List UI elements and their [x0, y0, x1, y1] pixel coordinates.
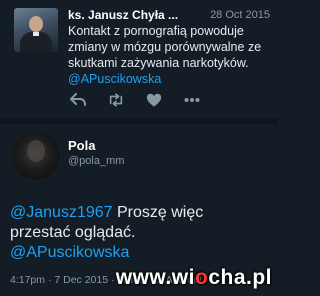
mention-link-apuscikowska[interactable]: @APuscikowska	[10, 244, 129, 261]
mention-link-janusz[interactable]: @Janusz1967	[10, 204, 113, 221]
watermark-accent: o	[194, 266, 209, 289]
author-name[interactable]: ks. Janusz Chyła ...	[68, 8, 178, 22]
reply-author-name[interactable]: Pola	[68, 138, 95, 153]
retweet-icon	[109, 93, 123, 107]
author-avatar[interactable]	[14, 8, 58, 52]
tweet-actions	[70, 91, 222, 109]
tweet-original[interactable]: ks. Janusz Chyła ... 28 Oct 2015 Kontakt…	[0, 0, 278, 118]
reply-tweet-text: @Janusz1967 Proszę więc przestać oglądać…	[10, 203, 268, 263]
tweet-text-body: Kontakt z pornografią powoduje zmiany w …	[68, 24, 262, 70]
site-watermark: www.wiocha.pl	[116, 266, 272, 290]
mention-link[interactable]: @APuscikowska	[68, 72, 161, 86]
avatar-figure-head	[29, 16, 43, 32]
tweet-text: Kontakt z pornografią powoduje zmiany w …	[68, 23, 268, 87]
reply-author-handle[interactable]: @pola_mm	[68, 155, 124, 167]
like-button[interactable]	[146, 92, 162, 108]
reply-icon	[70, 93, 86, 106]
heart-icon	[146, 93, 162, 107]
watermark-part1: www.wi	[115, 266, 195, 289]
more-icon	[184, 98, 200, 102]
retweet-button[interactable]	[108, 92, 124, 108]
more-button[interactable]	[184, 92, 200, 108]
reply-button[interactable]	[70, 92, 86, 108]
avatar-face	[27, 140, 45, 162]
watermark-part3: cha.pl	[208, 266, 272, 289]
avatar-figure-collar	[33, 32, 39, 36]
tweet-date[interactable]: 28 Oct 2015	[210, 9, 270, 21]
reply-author-avatar[interactable]	[12, 132, 60, 180]
